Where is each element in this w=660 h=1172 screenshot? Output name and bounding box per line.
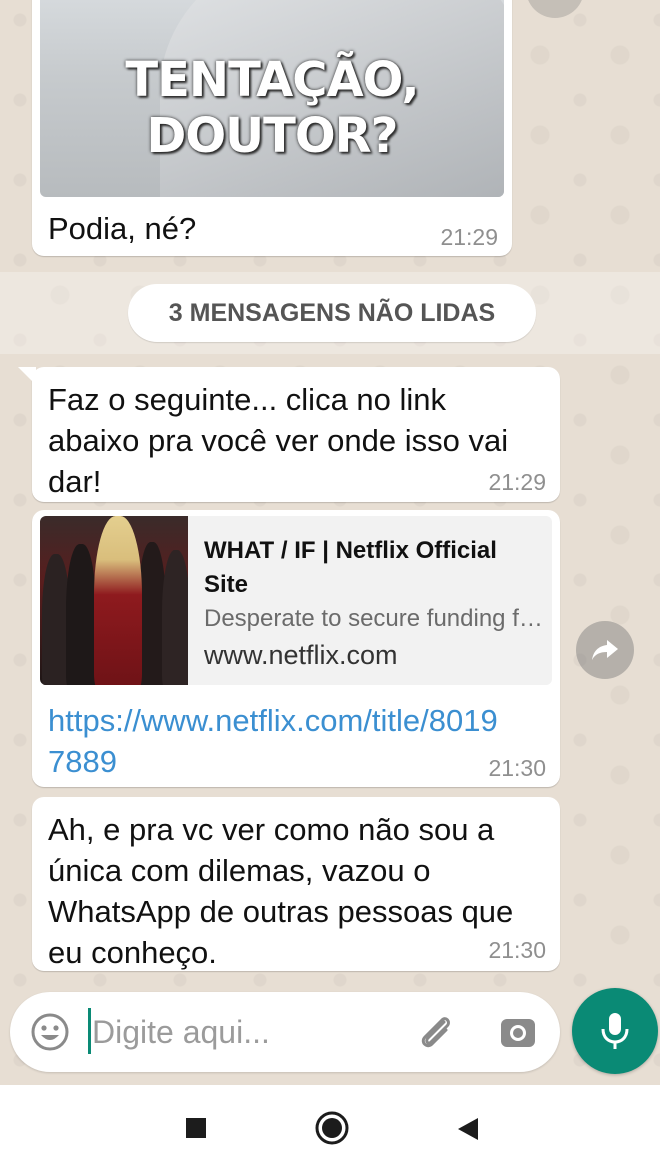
message-bubble[interactable]: Faz o seguinte... clica no link abaixo p… (18, 367, 560, 502)
thumbnail-figure-center (94, 516, 142, 685)
message-time: 21:30 (488, 755, 546, 781)
message-time: 21:29 (488, 469, 546, 495)
message-text: Podia, né? (48, 211, 197, 246)
camera-icon[interactable] (498, 1012, 538, 1052)
link-preview-description: Desperate to secure funding for her grou… (204, 605, 544, 632)
link-preview-title: WHAT / IF | Netflix Official Site (204, 537, 497, 598)
link-preview-domain: www.netflix.com (204, 640, 398, 670)
emoji-icon[interactable] (30, 1012, 70, 1052)
message-bubble[interactable]: Ah, e pra vc ver como não sou a única co… (32, 797, 560, 971)
message-time: 21:30 (488, 937, 546, 963)
message-time: 21:29 (440, 224, 498, 250)
forward-icon (592, 640, 618, 660)
message-input-bar[interactable]: Digite aqui... (10, 992, 560, 1072)
thumbnail-figure (162, 550, 188, 685)
message-bubble-link[interactable]: WHAT / IF | Netflix Official Site Desper… (32, 510, 560, 787)
image-caption-text: TENTAÇÃO, DOUTOR? (125, 52, 419, 164)
message-image[interactable]: TENTAÇÃO, DOUTOR? (40, 0, 504, 197)
system-navigation-bar (0, 1085, 660, 1172)
link-preview-card[interactable]: WHAT / IF | Netflix Official Site Desper… (40, 516, 552, 685)
message-text: Faz o seguinte... clica no link abaixo p… (48, 382, 509, 499)
thumbnail-figure (66, 544, 96, 685)
message-text: Ah, e pra vc ver como não sou a única co… (48, 812, 514, 970)
paperclip-icon[interactable] (414, 1010, 458, 1054)
home-button[interactable] (314, 1110, 350, 1146)
mic-icon (601, 1013, 629, 1049)
unread-messages-banner: 3 MENSAGENS NÃO LIDAS (128, 284, 536, 342)
recents-button[interactable] (186, 1118, 206, 1138)
message-input[interactable]: Digite aqui... (92, 1010, 270, 1054)
link-preview-thumbnail (40, 516, 188, 685)
forward-button[interactable] (576, 621, 634, 679)
message-bubble-image[interactable]: TENTAÇÃO, DOUTOR? Podia, né? 21:29 (32, 0, 512, 256)
mic-button[interactable] (572, 988, 658, 1074)
back-button[interactable] (456, 1117, 480, 1141)
message-link[interactable]: https://www.netflix.com/title/80197889 (48, 700, 508, 782)
text-cursor (88, 1008, 91, 1054)
